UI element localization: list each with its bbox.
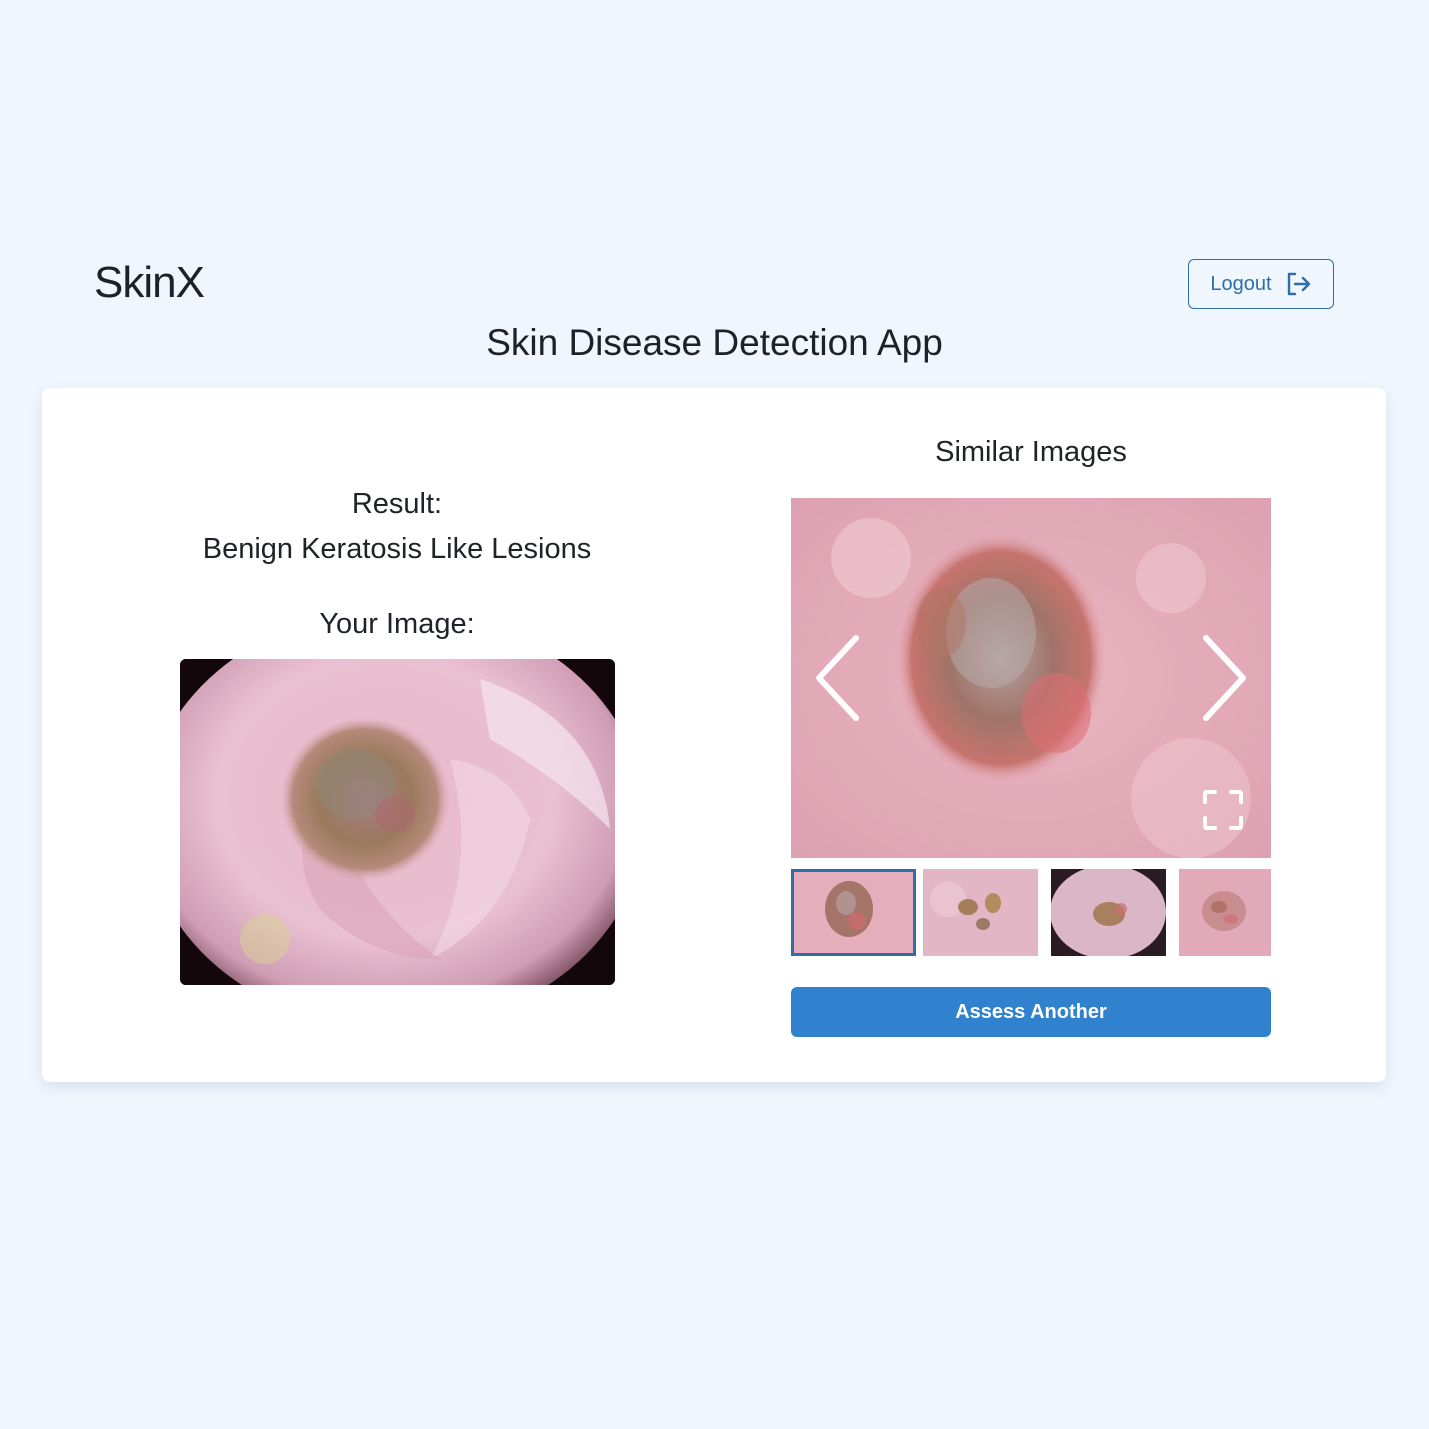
chevron-right-icon[interactable] xyxy=(1191,633,1251,723)
thumbnail-2[interactable] xyxy=(923,869,1038,956)
fullscreen-icon[interactable] xyxy=(1201,788,1245,832)
thumbnail-1[interactable] xyxy=(791,869,916,956)
similar-images-title: Similar Images xyxy=(935,436,1127,468)
logout-button[interactable]: Logout xyxy=(1188,259,1334,309)
thumbnail-3[interactable] xyxy=(1051,869,1166,956)
result-card: Result: Benign Keratosis Like Lesions Yo… xyxy=(42,388,1386,1082)
logout-label: Logout xyxy=(1210,272,1272,295)
assess-another-button[interactable]: Assess Another xyxy=(791,987,1271,1037)
your-image-label: Your Image: xyxy=(319,608,475,640)
chevron-left-icon[interactable] xyxy=(811,633,871,723)
brand-logo: SkinX xyxy=(94,258,205,307)
uploaded-skin-image xyxy=(180,659,615,985)
thumbnail-4[interactable] xyxy=(1179,869,1271,956)
result-label: Result: xyxy=(351,488,443,520)
logout-icon xyxy=(1287,272,1310,296)
similar-image-main xyxy=(791,498,1271,858)
result-value: Benign Keratosis Like Lesions xyxy=(202,533,592,565)
page-title: Skin Disease Detection App xyxy=(486,322,943,363)
